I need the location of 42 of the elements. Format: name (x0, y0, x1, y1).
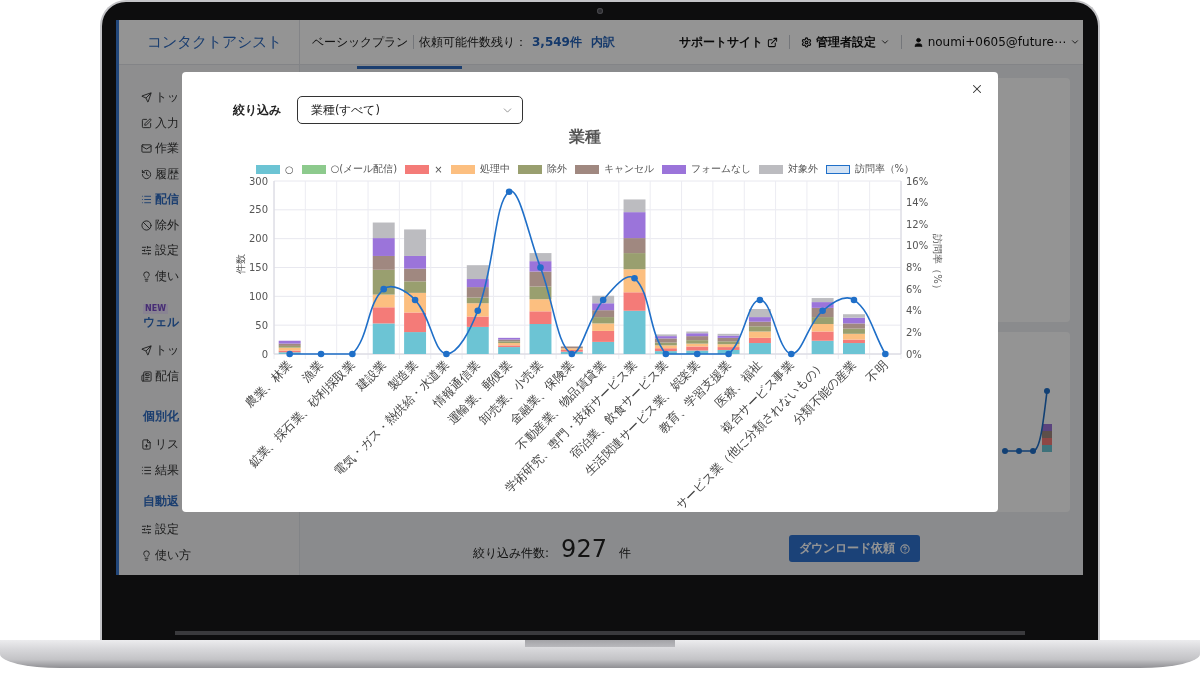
axis-tick-label: 10% (906, 240, 929, 252)
count-label: 絞り込み件数: (473, 544, 550, 562)
axis-title: 訪問率（%） (931, 234, 943, 294)
axis-tick-label: 300 (248, 175, 268, 187)
count-value: 927 (561, 534, 607, 563)
axis-tick-label: 100 (248, 290, 268, 302)
x-axis-label: 農業、林業 (242, 358, 295, 411)
legend-label: 対象外 (787, 162, 818, 176)
axis-tick-label: 14% (906, 197, 929, 209)
axis-tick-label: 50 (255, 319, 268, 331)
legend-label: × (434, 163, 443, 175)
sidebar-heading: ウェル (143, 314, 179, 330)
new-badge: NEW (143, 304, 168, 314)
sidebar-heading: 個別化 (143, 408, 179, 424)
quota-label: 依頼可能件数残り： (419, 33, 527, 51)
axis-tick-label: 0 (261, 348, 268, 360)
axis-tick-label: 6% (906, 283, 922, 295)
chart-title: 業種 (569, 127, 601, 147)
x-axis-label: 不明 (863, 358, 891, 386)
sidebar-heading: 自動返 (143, 493, 179, 509)
axis-tick-label: 150 (248, 262, 268, 273)
legend-label: 処理中 (479, 162, 510, 176)
axis-title: 件数 (234, 254, 246, 274)
axis-tick-label: 200 (248, 233, 268, 245)
plan-label: ベーシックプラン (312, 33, 408, 51)
legend-label: ○ (284, 163, 294, 175)
axis-tick-label: 8% (906, 262, 922, 273)
app-title: コンタクトアシスト (147, 32, 282, 52)
legend-label: キャンセル (603, 162, 654, 176)
axis-tick-label: 4% (906, 305, 922, 317)
axis-tick-label: 16% (906, 175, 929, 187)
legend-label: 訪問率（%） (854, 162, 915, 176)
filter-label: 絞り込み (233, 101, 281, 119)
legend-label: 除外 (546, 162, 567, 176)
legend-label: フォームなし (690, 162, 751, 176)
axis-tick-label: 0% (906, 348, 922, 360)
count-unit: 件 (618, 544, 631, 562)
quota-value: 3,549件 (532, 33, 582, 51)
axis-tick-label: 250 (248, 204, 268, 216)
axis-tick-label: 12% (906, 218, 929, 230)
legend-label: ○(メール配信) (330, 162, 398, 176)
axis-tick-label: 2% (906, 326, 922, 338)
